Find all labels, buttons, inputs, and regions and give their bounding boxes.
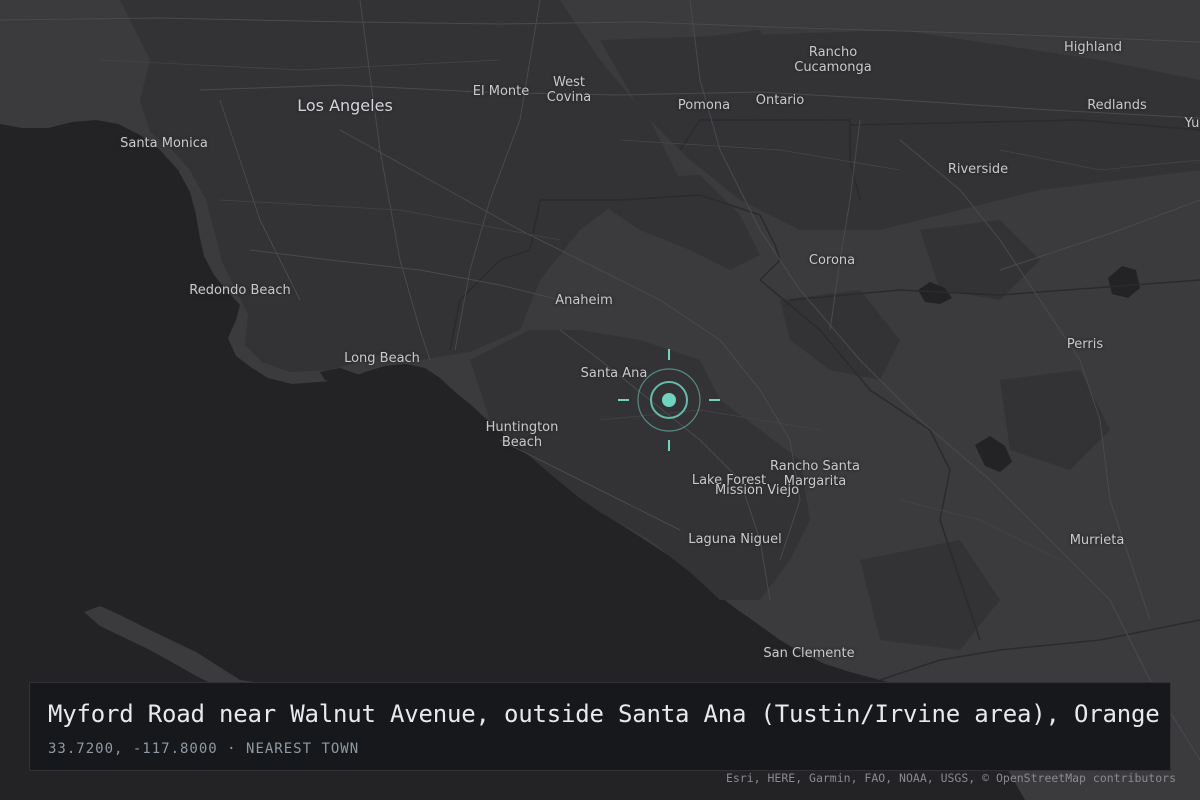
map-attribution: Esri, HERE, Garmin, FAO, NOAA, USGS, © O… <box>725 771 1176 785</box>
basemap <box>0 0 1200 800</box>
map-canvas[interactable]: Los Angeles Santa Monica El Monte West C… <box>0 0 1200 800</box>
subtitle-separator: · <box>217 741 247 757</box>
location-tag: NEAREST TOWN <box>246 741 360 757</box>
location-title: Myford Road near Walnut Avenue, outside … <box>48 700 1171 728</box>
location-info-panel: Myford Road near Walnut Avenue, outside … <box>29 682 1171 771</box>
location-subtitle: 33.7200, -117.8000 · NEAREST TOWN <box>48 740 359 758</box>
location-coordinates: 33.7200, -117.8000 <box>48 741 218 757</box>
